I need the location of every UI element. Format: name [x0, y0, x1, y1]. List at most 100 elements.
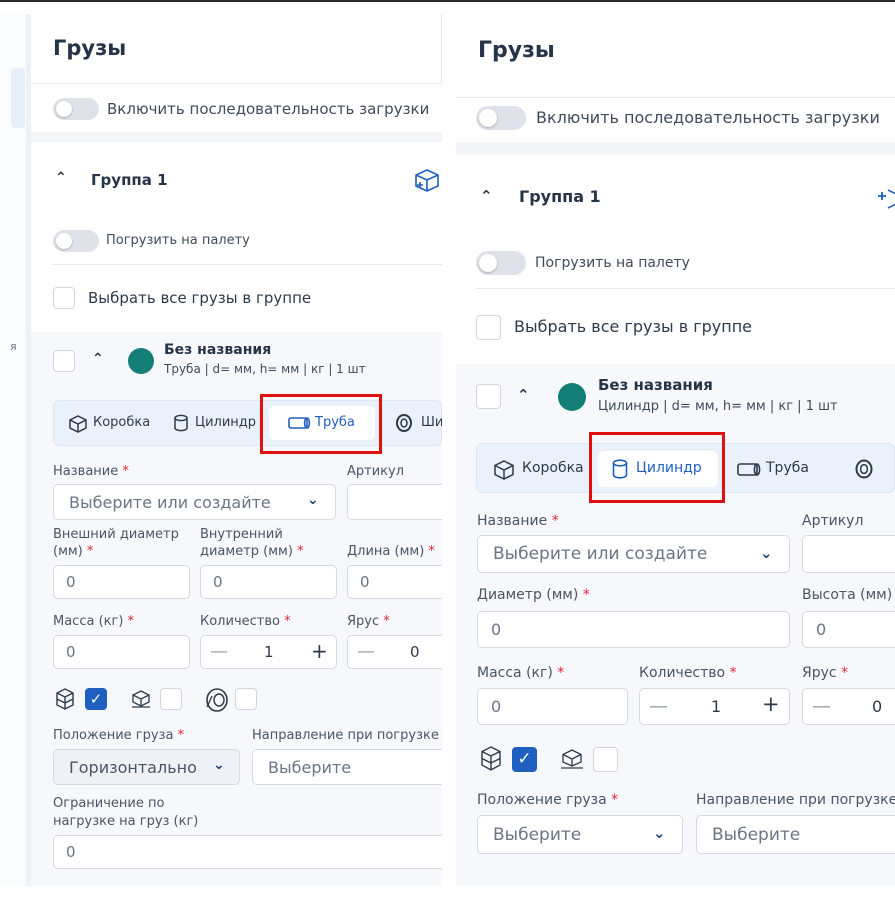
mass-label: Масса (кг) * — [477, 665, 565, 681]
select-all-checkbox[interactable] — [53, 287, 75, 309]
direction-select-placeholder: Выберите — [268, 758, 352, 777]
length-input[interactable]: 0 — [347, 565, 442, 599]
load-limit-input[interactable]: 0 — [53, 835, 442, 869]
direction-select-placeholder: Выберите — [712, 825, 801, 845]
tab-pipe[interactable]: Труба — [728, 451, 828, 487]
quantity-value: 1 — [264, 643, 274, 661]
mass-value: 0 — [66, 643, 76, 661]
tab-box[interactable]: Коробка — [484, 451, 590, 487]
sequence-toggle[interactable] — [476, 106, 526, 130]
left-sidebar-strip: я — [0, 14, 26, 886]
tier-stepper[interactable]: — 0 — [347, 635, 442, 669]
section-separator — [456, 142, 895, 155]
tilt-icon — [132, 690, 150, 708]
group-collapse-icon[interactable]: ⌃ — [480, 187, 493, 205]
item-collapse-icon[interactable]: ⌃ — [517, 386, 530, 404]
tab-cylinder[interactable]: Цилиндр — [165, 406, 265, 440]
quantity-stepper[interactable]: — 1 + — [639, 688, 790, 725]
length-value: 0 — [360, 573, 370, 591]
name-select-placeholder: Выберите или создайте — [493, 544, 708, 564]
tab-pipe-label: Труба — [766, 460, 809, 476]
rotate-tire-checkbox[interactable] — [235, 688, 257, 710]
tab-box[interactable]: Коробка — [61, 406, 161, 440]
stack-vertical-checkbox[interactable]: ✓ — [85, 688, 107, 710]
pallet-toggle-label: Погрузить на палету — [535, 255, 690, 271]
outer-diameter-input[interactable]: 0 — [53, 565, 190, 599]
tier-minus-icon[interactable]: — — [357, 641, 375, 662]
pallet-toggle-label: Погрузить на палету — [106, 233, 250, 248]
select-all-label: Выбрать все грузы в группе — [88, 289, 312, 307]
minus-icon[interactable]: — — [649, 695, 668, 717]
stack-vertical-icon — [56, 688, 74, 710]
diameter-label: Диаметр (мм) * — [477, 587, 590, 603]
add-cargo-icon[interactable] — [413, 167, 441, 193]
tier-minus-icon[interactable]: — — [812, 695, 831, 717]
select-all-checkbox[interactable] — [476, 315, 501, 340]
height-input[interactable]: 0 — [802, 611, 895, 648]
window-top-border — [0, 0, 895, 2]
tire-icon — [855, 459, 873, 479]
quantity-stepper[interactable]: — 1 + — [200, 635, 337, 669]
minus-icon[interactable]: — — [210, 641, 228, 662]
group-collapse-icon[interactable]: ⌃ — [55, 170, 67, 186]
mass-input[interactable]: 0 — [477, 688, 628, 725]
pallet-toggle[interactable] — [476, 251, 526, 275]
tilt-checkbox[interactable] — [593, 747, 618, 772]
group-title: Группа 1 — [91, 171, 168, 189]
box-icon — [69, 415, 87, 433]
plus-icon[interactable]: + — [311, 639, 328, 663]
inner-diameter-value: 0 — [213, 573, 223, 591]
tilt-icon — [561, 749, 583, 769]
item-color-dot[interactable] — [128, 348, 154, 374]
page-title: Грузы — [478, 38, 555, 63]
mass-value: 0 — [491, 697, 502, 716]
item-collapse-icon[interactable]: ⌃ — [92, 351, 104, 367]
load-limit-label-line2: нагрузке на груз (кг) — [53, 814, 199, 829]
direction-select[interactable]: Выберите — [696, 815, 895, 854]
stack-vertical-checkbox[interactable]: ✓ — [512, 747, 537, 772]
inner-diameter-label-line2: диаметр (мм) * — [200, 544, 304, 559]
position-label: Положение груза * — [53, 728, 185, 743]
article-label: Артикул — [347, 464, 405, 479]
diameter-value: 0 — [491, 620, 502, 639]
chevron-down-icon: ⌄ — [213, 757, 225, 773]
tilt-checkbox[interactable] — [160, 688, 182, 710]
add-cargo-icon[interactable] — [874, 186, 895, 212]
name-select[interactable]: Выберите или создайте ⌄ — [477, 535, 790, 573]
item-color-dot[interactable] — [558, 383, 586, 411]
cylinder-icon — [174, 414, 188, 432]
tab-tire-label: Ши — [421, 415, 442, 430]
tab-tire[interactable] — [846, 451, 895, 487]
item-checkbox[interactable] — [476, 384, 501, 409]
tab-box-label: Коробка — [93, 415, 151, 430]
inner-diameter-input[interactable]: 0 — [200, 565, 337, 599]
tier-value: 0 — [872, 697, 883, 716]
direction-select[interactable]: Выберите — [252, 749, 442, 785]
tab-box-label: Коробка — [522, 460, 584, 476]
tier-stepper[interactable]: — 0 — [802, 688, 895, 725]
inner-diameter-label-line1: Внутренний — [200, 527, 283, 542]
item-title: Без названия — [598, 376, 713, 394]
tab-tire[interactable]: Ши — [387, 406, 442, 440]
article-label: Артикул — [802, 513, 864, 529]
sequence-toggle[interactable] — [53, 98, 99, 120]
position-select[interactable]: Выберите ⌄ — [477, 815, 683, 854]
outer-diameter-label-line2: (мм) * — [53, 544, 94, 559]
position-label: Положение груза * — [477, 792, 619, 808]
item-subtitle: Цилиндр | d= мм, h= мм | кг | 1 шт — [598, 399, 838, 414]
article-input[interactable] — [802, 535, 895, 573]
item-checkbox[interactable] — [53, 350, 75, 372]
position-select[interactable]: Горизонтально ⌄ — [53, 749, 240, 785]
length-label: Длина (мм) * — [347, 544, 435, 559]
tier-label: Ярус * — [802, 665, 849, 681]
mass-input[interactable]: 0 — [53, 635, 190, 669]
quantity-label: Количество * — [639, 665, 737, 681]
plus-icon[interactable]: + — [762, 692, 780, 716]
article-input[interactable] — [347, 484, 442, 520]
name-select[interactable]: Выберите или создайте ⌄ — [53, 484, 336, 520]
name-select-placeholder: Выберите или создайте — [69, 493, 271, 512]
pallet-toggle[interactable] — [53, 230, 99, 252]
group-divider — [53, 264, 442, 265]
diameter-input[interactable]: 0 — [477, 611, 790, 648]
chevron-down-icon: ⌄ — [760, 544, 773, 562]
